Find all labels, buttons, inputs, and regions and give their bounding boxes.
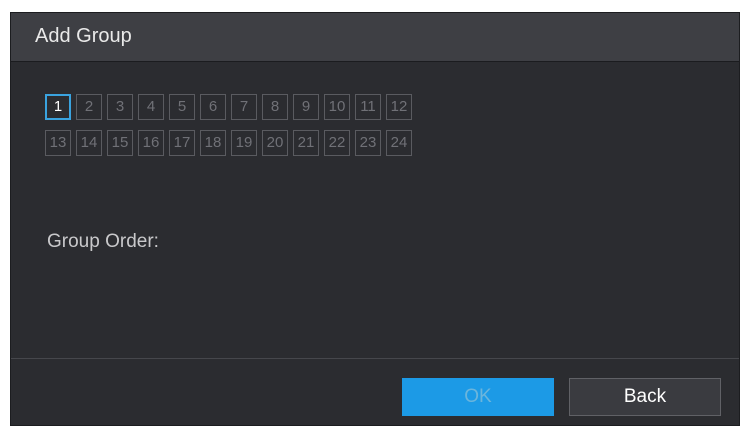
channel-button-1[interactable]: 1	[45, 94, 71, 120]
channel-button-16[interactable]: 16	[138, 130, 164, 156]
channel-button-23[interactable]: 23	[355, 130, 381, 156]
dialog-footer: OK Back	[11, 359, 739, 425]
channel-button-13[interactable]: 13	[45, 130, 71, 156]
channel-button-5[interactable]: 5	[169, 94, 195, 120]
dialog-titlebar: Add Group	[11, 13, 739, 62]
back-button[interactable]: Back	[569, 378, 721, 416]
channel-button-8[interactable]: 8	[262, 94, 288, 120]
channel-button-15[interactable]: 15	[107, 130, 133, 156]
channel-button-14[interactable]: 14	[76, 130, 102, 156]
channel-button-2[interactable]: 2	[76, 94, 102, 120]
ok-button[interactable]: OK	[402, 378, 554, 416]
channel-button-12[interactable]: 12	[386, 94, 412, 120]
channel-grid: 1 2 3 4 5 6 7 8 9 10 11 12 13 14 15 16 17 18 19 20 21 22 23 24	[45, 94, 565, 166]
channel-button-6[interactable]: 6	[200, 94, 226, 120]
channel-row-2: 13 14 15 16 17 18 19 20 21 22 23 24	[45, 130, 565, 156]
channel-button-7[interactable]: 7	[231, 94, 257, 120]
add-group-dialog: Add Group 1 2 3 4 5 6 7 8 9 10 11 12 13 14 15 16 17 18 19…	[10, 12, 740, 426]
group-order-label: Group Order:	[47, 231, 159, 252]
channel-button-17[interactable]: 17	[169, 130, 195, 156]
channel-button-10[interactable]: 10	[324, 94, 350, 120]
channel-button-20[interactable]: 20	[262, 130, 288, 156]
channel-button-4[interactable]: 4	[138, 94, 164, 120]
channel-button-21[interactable]: 21	[293, 130, 319, 156]
channel-button-24[interactable]: 24	[386, 130, 412, 156]
channel-button-18[interactable]: 18	[200, 130, 226, 156]
dialog-title: Add Group	[35, 25, 132, 47]
channel-button-11[interactable]: 11	[355, 94, 381, 120]
channel-button-19[interactable]: 19	[231, 130, 257, 156]
channel-button-9[interactable]: 9	[293, 94, 319, 120]
channel-button-22[interactable]: 22	[324, 130, 350, 156]
channel-row-1: 1 2 3 4 5 6 7 8 9 10 11 12	[45, 94, 565, 120]
channel-button-3[interactable]: 3	[107, 94, 133, 120]
